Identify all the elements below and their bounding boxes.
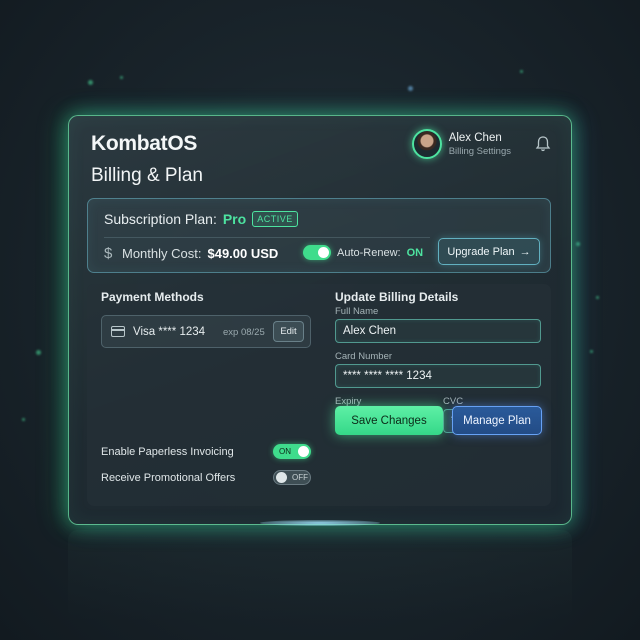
card-expiry: exp 08/25 xyxy=(223,327,265,338)
dollar-icon: $ xyxy=(104,245,113,262)
user-profile[interactable]: Alex Chen Billing Settings xyxy=(411,129,511,159)
status-badge: ACTIVE xyxy=(252,211,298,227)
auto-renew-state: ON xyxy=(406,246,424,259)
save-changes-button[interactable]: Save Changes xyxy=(335,406,443,435)
glow-dot xyxy=(22,418,25,421)
promotional-offers-label: Receive Promotional Offers xyxy=(101,472,236,484)
glow-dot xyxy=(36,350,41,355)
monthly-cost-value: $49.00 USD xyxy=(207,246,279,261)
page-title: Billing & Plan xyxy=(91,165,203,186)
user-subtitle: Billing Settings xyxy=(448,145,511,157)
divider xyxy=(104,237,430,238)
card-label: Visa **** 1234 xyxy=(133,326,206,338)
glow-dot xyxy=(596,296,599,299)
glow-dot xyxy=(88,80,93,85)
edit-card-button[interactable]: Edit xyxy=(273,321,304,342)
upgrade-plan-button[interactable]: Upgrade Plan → xyxy=(438,238,540,265)
paperless-invoicing-label: Enable Paperless Invoicing xyxy=(101,446,234,458)
promotional-offers-toggle[interactable]: OFF xyxy=(273,470,311,485)
auto-renew-label: Auto-Renew: xyxy=(337,246,401,259)
glow-dot xyxy=(576,242,580,246)
card-number-field[interactable] xyxy=(335,364,541,388)
glow-dot xyxy=(120,76,123,79)
subscription-label: Subscription Plan: xyxy=(104,211,217,227)
bell-icon[interactable] xyxy=(535,135,551,153)
payment-method-item[interactable]: Visa **** 1234 exp 08/25 Edit xyxy=(101,315,311,348)
manage-plan-button[interactable]: Manage Plan xyxy=(452,406,542,435)
brand-logo: KombatOS xyxy=(91,132,198,155)
upgrade-plan-label: Upgrade Plan xyxy=(447,245,515,258)
avatar[interactable] xyxy=(411,129,442,159)
panel-reflection xyxy=(68,530,572,620)
full-name-field[interactable] xyxy=(335,319,541,343)
glow-dot xyxy=(590,350,593,353)
monthly-cost-label: Monthly Cost: xyxy=(122,246,202,261)
glow-dot xyxy=(520,70,523,73)
arrow-right-icon: → xyxy=(519,245,531,258)
credit-card-icon xyxy=(111,326,125,337)
full-name-label: Full Name xyxy=(335,306,379,317)
billing-details-title: Update Billing Details xyxy=(335,290,459,304)
card-number-label: Card Number xyxy=(335,351,393,362)
glow-dot xyxy=(408,86,413,91)
user-name: Alex Chen xyxy=(448,131,502,144)
details-card: Payment Methods Visa **** 1234 exp 08/25… xyxy=(87,284,551,506)
paperless-invoicing-toggle[interactable]: ON xyxy=(273,444,311,459)
plan-name: Pro xyxy=(222,211,247,227)
payment-methods-title: Payment Methods xyxy=(101,290,204,304)
auto-renew-toggle[interactable] xyxy=(303,245,331,260)
subscription-card: Subscription Plan: Pro ACTIVE $ Monthly … xyxy=(87,198,551,273)
billing-panel: KombatOS Billing & Plan Alex Chen Billin… xyxy=(68,115,572,525)
bottom-glow xyxy=(260,520,380,526)
